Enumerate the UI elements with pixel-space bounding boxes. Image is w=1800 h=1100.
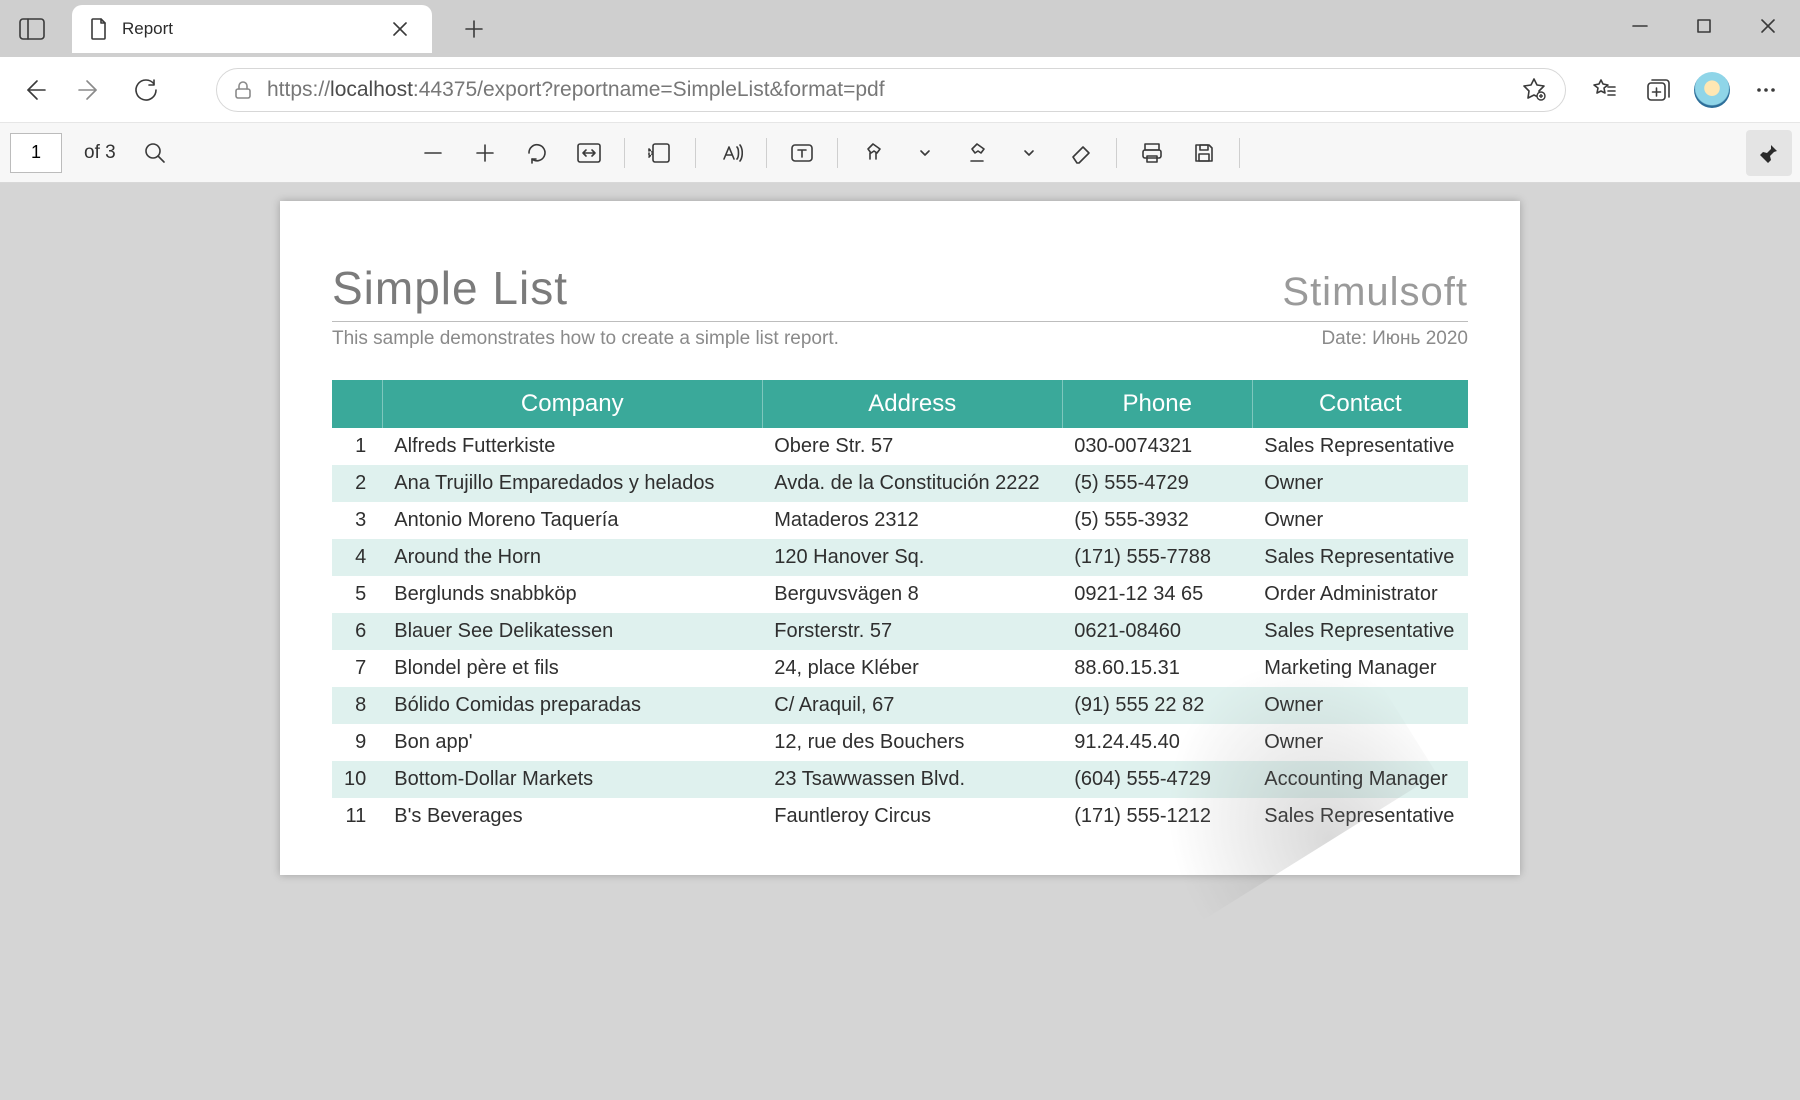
add-text-icon[interactable]: [779, 130, 825, 176]
window-maximize-button[interactable]: [1672, 6, 1736, 46]
search-icon[interactable]: [132, 130, 178, 176]
report-date: Date: Июнь 2020: [1321, 328, 1468, 350]
erase-icon[interactable]: [1058, 130, 1104, 176]
browser-navbar: https://localhost:44375/export?reportnam…: [0, 57, 1800, 123]
more-menu-icon[interactable]: [1742, 66, 1790, 114]
url-text: https://localhost:44375/export?reportnam…: [267, 78, 1507, 102]
fit-width-icon[interactable]: [566, 130, 612, 176]
browser-tab[interactable]: Report: [72, 5, 432, 53]
table-row: 3Antonio Moreno TaqueríaMataderos 2312(5…: [332, 502, 1468, 539]
table-row: 5Berglunds snabbköpBerguvsvägen 80921-12…: [332, 576, 1468, 613]
highlight-icon[interactable]: [954, 130, 1000, 176]
table-row: 8Bólido Comidas preparadasC/ Araquil, 67…: [332, 687, 1468, 724]
zoom-out-button[interactable]: [410, 130, 456, 176]
report-subtitle: This sample demonstrates how to create a…: [332, 328, 839, 350]
profile-avatar[interactable]: [1688, 66, 1736, 114]
table-row: 10Bottom-Dollar Markets23 Tsawwassen Blv…: [332, 761, 1468, 798]
favorite-icon[interactable]: [1521, 76, 1549, 104]
page-number-input[interactable]: 1: [10, 133, 62, 173]
window-controls: [1608, 0, 1800, 57]
report-table: Company Address Phone Contact 1Alfreds F…: [332, 380, 1468, 835]
th-address: Address: [762, 380, 1062, 428]
tab-title: Report: [122, 19, 173, 39]
lock-icon: [233, 80, 253, 100]
draw-dropdown-icon[interactable]: [902, 130, 948, 176]
favorites-list-icon[interactable]: [1580, 66, 1628, 114]
report-brand: Stimulsoft: [1282, 270, 1468, 315]
report-title: Simple List: [332, 261, 568, 315]
document-icon: [90, 18, 108, 40]
page-view-icon[interactable]: [637, 130, 683, 176]
table-row: 7Blondel père et fils24, place Kléber88.…: [332, 650, 1468, 687]
print-icon[interactable]: [1129, 130, 1175, 176]
th-phone: Phone: [1062, 380, 1252, 428]
new-tab-button[interactable]: [450, 5, 498, 53]
forward-button[interactable]: [66, 66, 114, 114]
back-button[interactable]: [10, 66, 58, 114]
window-close-button[interactable]: [1736, 6, 1800, 46]
table-row: 6Blauer See DelikatessenForsterstr. 5706…: [332, 613, 1468, 650]
rotate-icon[interactable]: [514, 130, 560, 176]
table-row: 11B's BeveragesFauntleroy Circus(171) 55…: [332, 798, 1468, 835]
pdf-viewer[interactable]: Simple List Stimulsoft This sample demon…: [0, 183, 1800, 1100]
pdf-toolbar: 1 of 3: [0, 123, 1800, 183]
read-aloud-icon[interactable]: [708, 130, 754, 176]
pdf-page: Simple List Stimulsoft This sample demon…: [280, 201, 1520, 875]
draw-icon[interactable]: [850, 130, 896, 176]
tab-actions-icon[interactable]: [10, 7, 54, 51]
table-row: 4Around the Horn120 Hanover Sq.(171) 555…: [332, 539, 1468, 576]
refresh-button[interactable]: [122, 66, 170, 114]
page-total-label: of 3: [84, 142, 116, 164]
pin-toolbar-icon[interactable]: [1746, 130, 1792, 176]
window-minimize-button[interactable]: [1608, 6, 1672, 46]
address-bar[interactable]: https://localhost:44375/export?reportnam…: [216, 68, 1566, 112]
table-row: 9Bon app'12, rue des Bouchers91.24.45.40…: [332, 724, 1468, 761]
tab-close-button[interactable]: [386, 15, 414, 43]
th-contact: Contact: [1252, 380, 1468, 428]
window-titlebar: Report: [0, 0, 1800, 57]
th-company: Company: [382, 380, 762, 428]
highlight-dropdown-icon[interactable]: [1006, 130, 1052, 176]
table-row: 1Alfreds FutterkisteObere Str. 57030-007…: [332, 428, 1468, 465]
save-icon[interactable]: [1181, 130, 1227, 176]
table-row: 2Ana Trujillo Emparedados y heladosAvda.…: [332, 465, 1468, 502]
zoom-in-button[interactable]: [462, 130, 508, 176]
collections-icon[interactable]: [1634, 66, 1682, 114]
